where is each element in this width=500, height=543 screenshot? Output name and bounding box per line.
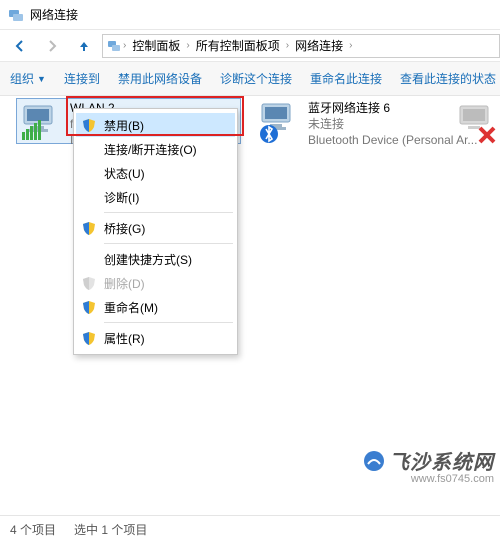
ctx-label: 创建快捷方式(S) [104, 251, 192, 268]
shield-icon [81, 299, 97, 315]
connection-item-partial[interactable] [456, 100, 500, 144]
shield-icon [81, 275, 97, 291]
ctx-properties[interactable]: 属性(R) [76, 326, 235, 350]
ctx-create-shortcut[interactable]: 创建快捷方式(S) [76, 247, 235, 271]
toolbar-rename[interactable]: 重命名此连接 [310, 70, 382, 87]
status-bar: 4 个项目 选中 1 个项目 [0, 515, 500, 543]
wifi-adapter-icon [20, 100, 64, 144]
connection-device: Bluetooth Device (Personal Ar... [308, 132, 477, 148]
title-bar: 网络连接 [0, 0, 500, 30]
status-selected-count: 选中 1 个项目 [74, 521, 147, 538]
ctx-separator [104, 243, 233, 244]
watermark-logo-icon [363, 450, 385, 472]
ctx-rename[interactable]: 重命名(M) [76, 295, 235, 319]
ctx-connect-disconnect[interactable]: 连接/断开连接(O) [76, 137, 235, 161]
connection-status: 未连接 [308, 116, 477, 132]
shield-icon [81, 330, 97, 346]
ctx-label: 桥接(G) [104, 220, 145, 237]
watermark-title: 飞沙系统网 [389, 446, 494, 475]
address-bar: › 控制面板 › 所有控制面板项 › 网络连接 › [0, 30, 500, 62]
ctx-bridge[interactable]: 桥接(G) [76, 216, 235, 240]
connection-name: 蓝牙网络连接 6 [308, 100, 477, 116]
up-button[interactable] [70, 33, 98, 59]
ctx-separator [104, 322, 233, 323]
shield-icon [81, 220, 97, 236]
network-connections-icon [8, 7, 24, 23]
content-area: WLAN 2 fa In 蓝牙网络连接 6 未连接 Bluetooth Devi… [0, 96, 500, 515]
bluetooth-adapter-icon [258, 100, 302, 144]
chevron-right-icon: › [286, 40, 289, 51]
adapter-disabled-icon [456, 100, 500, 144]
ctx-disable[interactable]: 禁用(B) [76, 113, 235, 137]
toolbar: 组织▼ 连接到 禁用此网络设备 诊断这个连接 重命名此连接 查看此连接的状态 [0, 62, 500, 96]
back-button[interactable] [6, 33, 34, 59]
toolbar-connect[interactable]: 连接到 [64, 70, 100, 87]
chevron-down-icon: ▼ [37, 74, 46, 84]
status-item-count: 4 个项目 [10, 521, 56, 538]
toolbar-organize[interactable]: 组织▼ [10, 70, 46, 87]
ctx-label: 状态(U) [104, 165, 145, 182]
ctx-label: 连接/断开连接(O) [104, 141, 197, 158]
breadcrumb[interactable]: › 控制面板 › 所有控制面板项 › 网络连接 › [102, 34, 500, 58]
ctx-label: 删除(D) [104, 275, 145, 292]
shield-icon [81, 117, 97, 133]
ctx-separator [104, 212, 233, 213]
chevron-right-icon: › [123, 40, 126, 51]
ctx-label: 诊断(I) [104, 189, 139, 206]
connection-item-bluetooth[interactable]: 蓝牙网络连接 6 未连接 Bluetooth Device (Personal … [258, 100, 478, 148]
network-connections-path-icon [107, 39, 121, 53]
ctx-label: 属性(R) [104, 330, 145, 347]
ctx-diagnose[interactable]: 诊断(I) [76, 185, 235, 209]
ctx-label: 重命名(M) [104, 299, 158, 316]
breadcrumb-seg-all-items[interactable]: 所有控制面板项 [192, 37, 284, 54]
breadcrumb-seg-network[interactable]: 网络连接 [291, 37, 347, 54]
watermark: 飞沙系统网 www.fs0745.com [363, 446, 494, 485]
window-title: 网络连接 [30, 6, 78, 23]
toolbar-diagnose[interactable]: 诊断这个连接 [220, 70, 292, 87]
ctx-label: 禁用(B) [104, 117, 144, 134]
breadcrumb-seg-control-panel[interactable]: 控制面板 [128, 37, 184, 54]
watermark-url: www.fs0745.com [411, 473, 494, 485]
ctx-status[interactable]: 状态(U) [76, 161, 235, 185]
chevron-right-icon: › [349, 40, 352, 51]
ctx-delete: 删除(D) [76, 271, 235, 295]
chevron-right-icon: › [186, 40, 189, 51]
toolbar-disable-device[interactable]: 禁用此网络设备 [118, 70, 202, 87]
context-menu: 禁用(B) 连接/断开连接(O) 状态(U) 诊断(I) 桥接(G) 创建快捷方… [73, 108, 238, 355]
forward-button[interactable] [38, 33, 66, 59]
toolbar-view-status[interactable]: 查看此连接的状态 [400, 70, 496, 87]
